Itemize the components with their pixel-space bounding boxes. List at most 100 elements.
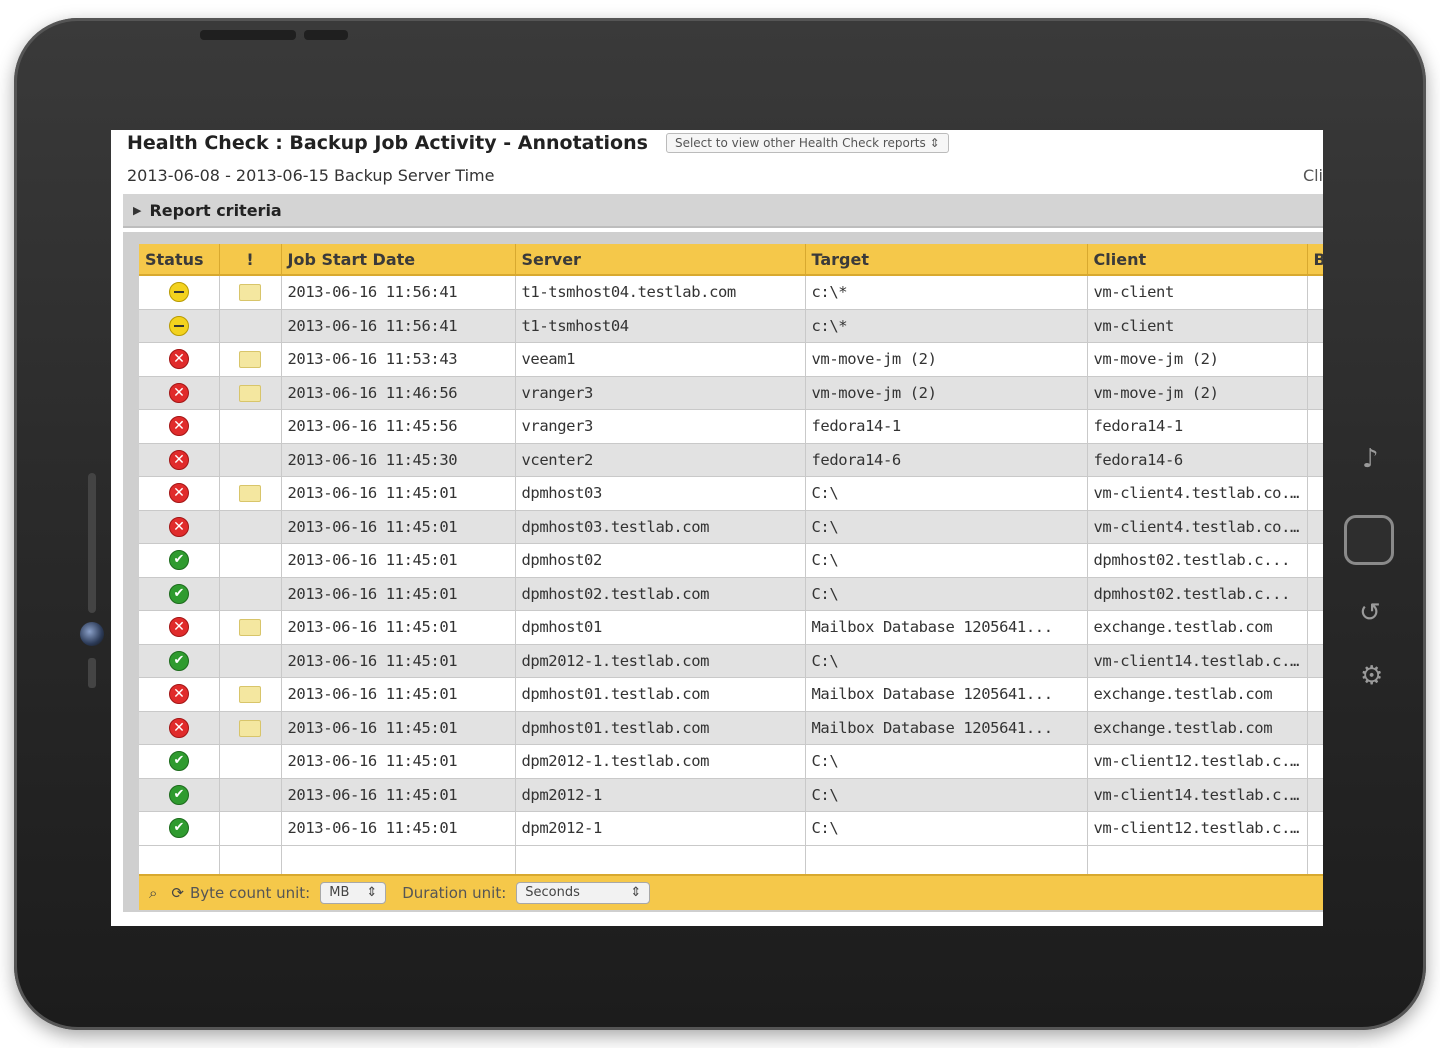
column-header[interactable]: Server [515,244,806,276]
extra-cell [1307,711,1323,745]
table-row[interactable]: ✔ 2013-06-16 11:45:01 dpm2012-1 C:\ vm-clien… [139,778,1323,812]
byte-unit-select[interactable]: MB ⇕ [320,882,387,904]
x-circle-icon: ✕ [168,349,189,370]
annotation-cell[interactable] [219,577,282,611]
column-header[interactable]: Job Start Date [281,244,516,276]
target-cell: C:\ [805,577,1088,611]
check-circle-icon: ✔ [168,650,189,671]
note-icon[interactable] [239,619,261,637]
volume-button [304,30,348,40]
table-row[interactable]: ✔ 2013-06-16 11:45:01 dpm2012-1.testlab.co… [139,744,1323,779]
note-icon[interactable] [239,351,261,369]
extra-cell [1307,543,1323,578]
table-row[interactable]: 2013-06-16 11:56:41 t1-tsmhost04.testlab.… [139,275,1323,310]
note-icon[interactable] [239,686,261,704]
column-header[interactable]: B [1307,244,1323,276]
annotation-cell[interactable] [219,644,282,678]
annotation-cell[interactable] [219,778,282,812]
status-cell: ✕ [139,711,220,745]
search-icon[interactable]: ⌕ [149,884,157,902]
extra-cell [1307,476,1323,511]
table-header-row: Status!Job Start DateServerTargetClientB [139,244,1323,276]
extra-cell [1307,577,1323,611]
extra-cell [1307,510,1323,544]
check-circle-icon: ✔ [168,818,189,839]
note-icon[interactable] [239,485,261,503]
grid-panel: Status!Job Start DateServerTargetClientB… [123,232,1323,912]
client-cell: exchange.testlab.com [1087,677,1308,712]
duration-unit-select[interactable]: Seconds ⇕ [516,882,651,904]
annotation-cell[interactable] [219,409,282,444]
annotation-cell[interactable] [219,510,282,544]
client-cell: fedora14-6 [1087,443,1308,477]
note-icon[interactable] [239,284,261,302]
job-start-date-cell: 2013-06-16 11:45:01 [281,476,516,511]
target-cell: c:\* [805,309,1088,343]
screen: Health Check : Backup Job Activity - Ann… [111,130,1323,926]
select-arrows-icon: ⇕ [929,136,940,150]
annotation-cell[interactable] [219,811,282,846]
side-slot [88,473,96,613]
table-row[interactable]: 2013-06-16 11:56:41 t1-tsmhost04 c:\* vm-cl… [139,309,1323,343]
client-cell: fedora14-1 [1087,409,1308,444]
table-row[interactable]: ✔ 2013-06-16 11:45:01 dpmhost02 C:\ dpmhost0… [139,543,1323,578]
report-select[interactable]: Select to view other Health Check report… [665,133,949,153]
column-header[interactable]: Client [1087,244,1308,276]
table-row[interactable]: ✔ 2013-06-16 11:45:01 dpm2012-1 C:\ vm-clien… [139,811,1323,846]
job-start-date-cell: 2013-06-16 11:45:01 [281,644,516,678]
target-cell: fedora14-6 [805,443,1088,477]
table-row[interactable]: ✕ 2013-06-16 11:45:01 dpmhost01 Mailbox Dat… [139,610,1323,645]
duration-unit-value: Seconds [525,885,580,900]
select-arrows-icon: ⇕ [366,885,378,900]
column-header[interactable]: Target [805,244,1088,276]
annotation-cell[interactable] [219,309,282,343]
annotation-cell[interactable] [219,677,282,712]
x-circle-icon: ✕ [168,416,189,437]
table-row[interactable]: ✔ 2013-06-16 11:45:01 dpmhost02.testlab.co… [139,577,1323,611]
annotation-cell[interactable] [219,275,282,310]
annotation-cell[interactable] [219,543,282,578]
annotation-cell[interactable] [219,342,282,377]
server-cell: t1-tsmhost04 [515,309,806,343]
column-header[interactable]: ! [219,244,282,276]
status-cell: ✕ [139,443,220,477]
status-cell: ✔ [139,577,220,611]
target-cell: C:\ [805,778,1088,812]
table-row[interactable]: ✕ 2013-06-16 11:45:30 vcenter2 fedora14-6 fe… [139,443,1323,477]
target-cell: Mailbox Database 1205641... [805,677,1088,712]
report-criteria-toggle[interactable]: ▶ Report criteria [123,194,1323,228]
table-row[interactable]: ✕ 2013-06-16 11:53:43 veeam1 vm-move-jm (2)… [139,342,1323,377]
client-cell: exchange.testlab.com [1087,610,1308,645]
status-cell: ✕ [139,409,220,444]
status-cell: ✕ [139,610,220,645]
table-row[interactable]: ✕ 2013-06-16 11:45:01 dpmhost01.testlab.co… [139,677,1323,712]
mic-slot [88,658,96,688]
client-cell: vm-client4.testlab.co... [1087,476,1308,511]
annotation-cell[interactable] [219,744,282,779]
table-row[interactable]: ✕ 2013-06-16 11:45:01 dpmhost01.testlab.co… [139,711,1323,745]
annotation-cell[interactable] [219,610,282,645]
annotation-cell[interactable] [219,376,282,410]
table-row[interactable]: ✕ 2013-06-16 11:45:01 dpmhost03.testlab.co… [139,510,1323,544]
extra-cell [1307,744,1323,779]
client-cell: vm-move-jm (2) [1087,342,1308,377]
server-cell: dpm2012-1.testlab.com [515,744,806,779]
report-criteria-label: Report criteria [149,200,282,220]
home-button[interactable] [1344,515,1394,565]
annotation-cell[interactable] [219,443,282,477]
client-cell: vm-client [1087,309,1308,343]
click-link[interactable]: Cli [1303,166,1323,185]
table-row[interactable]: ✕ 2013-06-16 11:45:56 vranger3 fedora14-1 fe… [139,409,1323,444]
table-row[interactable]: ✕ 2013-06-16 11:45:01 dpmhost03 C:\ vm-clien… [139,476,1323,511]
table-row[interactable]: ✕ 2013-06-16 11:46:56 vranger3 vm-move-jm (… [139,376,1323,410]
refresh-icon[interactable]: ⟳ [171,884,184,902]
table-row[interactable]: ✔ 2013-06-16 11:45:01 dpm2012-1.testlab.co… [139,644,1323,678]
note-icon[interactable] [239,384,261,402]
annotation-cell[interactable] [219,711,282,745]
column-header[interactable]: Status [139,244,220,276]
note-icon[interactable] [239,719,261,737]
status-cell: ✕ [139,510,220,544]
annotation-cell[interactable] [219,476,282,511]
server-cell: dpm2012-1.testlab.com [515,644,806,678]
server-cell: vranger3 [515,409,806,444]
